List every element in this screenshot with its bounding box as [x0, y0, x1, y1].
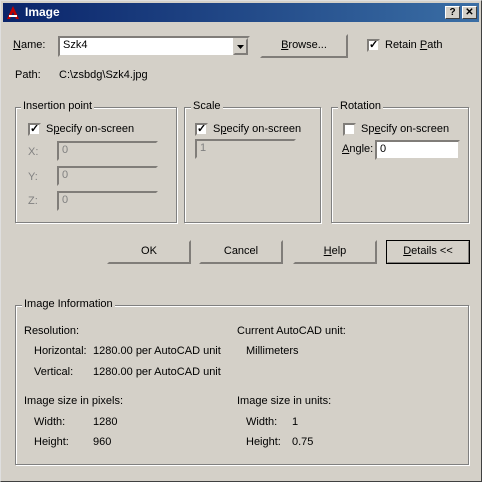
name-combobox[interactable]: Szk4	[58, 36, 250, 57]
details-button[interactable]: Details <<	[386, 240, 470, 264]
px-width-label: Width:	[34, 416, 66, 428]
help-title-button[interactable]: ?	[445, 6, 460, 19]
vertical-value: 1280.00 per AutoCAD unit	[93, 366, 221, 378]
u-width-value: 1	[292, 416, 299, 428]
window-title: Image	[25, 5, 60, 19]
scale-input[interactable]: 1	[195, 139, 296, 159]
path-label: Path:	[15, 69, 41, 81]
angle-input[interactable]: 0	[375, 140, 460, 160]
chevron-down-icon	[237, 45, 244, 49]
cancel-button[interactable]: Cancel	[199, 240, 283, 264]
rotation-specify-checkbox[interactable]	[343, 123, 356, 136]
autocad-logo-icon	[7, 6, 19, 19]
image-dialog: Image ? ✕ Name: Szk4 Browse... ✓ Retain …	[0, 0, 482, 482]
pixels-label: Image size in pixels:	[24, 395, 124, 407]
help-button[interactable]: Help	[293, 240, 377, 264]
units-label: Image size in units:	[237, 395, 332, 407]
angle-label: Angle:	[342, 143, 374, 155]
horizontal-value: 1280.00 per AutoCAD unit	[93, 345, 221, 357]
retain-path-checkbox[interactable]: ✓	[367, 39, 380, 52]
scale-title: Scale	[191, 100, 223, 112]
x-label: X:	[28, 146, 39, 158]
close-button[interactable]: ✕	[462, 6, 477, 19]
name-label: Name:	[13, 39, 46, 51]
insertion-specify-checkbox[interactable]: ✓	[28, 123, 41, 136]
u-height-value: 0.75	[292, 436, 314, 448]
path-value: C:\zsbdg\Szk4.jpg	[59, 69, 148, 81]
px-height-value: 960	[93, 436, 112, 448]
px-width-value: 1280	[93, 416, 118, 428]
browse-button[interactable]: Browse...	[260, 34, 348, 58]
y-input[interactable]: 0	[57, 166, 158, 186]
title-bar[interactable]: Image ? ✕	[3, 3, 479, 22]
scale-specify-label: Specify on-screen	[213, 123, 302, 135]
z-input[interactable]: 0	[57, 191, 158, 211]
current-unit-value: Millimeters	[246, 345, 299, 357]
dropdown-button[interactable]	[233, 38, 248, 55]
rotation-title: Rotation	[338, 100, 383, 112]
current-unit-label: Current AutoCAD unit:	[237, 325, 346, 337]
close-icon: ✕	[465, 7, 474, 18]
vertical-label: Vertical:	[34, 366, 74, 378]
question-icon: ?	[449, 7, 456, 18]
px-height-label: Height:	[34, 436, 69, 448]
horizontal-label: Horizontal:	[34, 345, 87, 357]
x-input[interactable]: 0	[57, 141, 158, 161]
scale-specify-checkbox[interactable]: ✓	[195, 123, 208, 136]
insertion-specify-label: Specify on-screen	[46, 123, 135, 135]
rotation-specify-label: Specify on-screen	[361, 123, 450, 135]
z-label: Z:	[28, 195, 38, 207]
insertion-point-title: Insertion point	[21, 100, 95, 112]
u-height-label: Height:	[246, 436, 281, 448]
retain-path-label: Retain Path	[385, 39, 443, 51]
ok-button[interactable]: OK	[107, 240, 191, 264]
y-label: Y:	[28, 171, 38, 183]
name-value: Szk4	[63, 39, 88, 51]
u-width-label: Width:	[246, 416, 278, 428]
image-information-title: Image Information	[22, 298, 115, 310]
resolution-label: Resolution:	[24, 325, 80, 337]
